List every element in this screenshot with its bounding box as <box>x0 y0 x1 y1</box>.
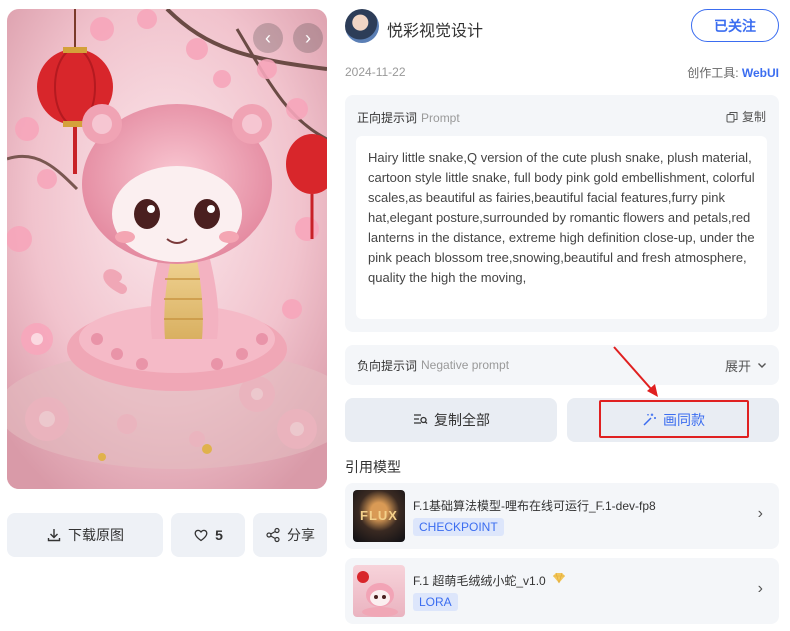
negative-prompt-label-en: Negative prompt <box>421 358 510 372</box>
prompt-label-en: Prompt <box>421 111 460 125</box>
tool-name: WebUI <box>741 66 779 80</box>
expand-label: 展开 <box>724 358 751 374</box>
flux-logo: FLUX <box>360 508 398 523</box>
chevron-down-icon <box>758 363 766 368</box>
like-count: 5 <box>215 527 223 543</box>
highlight-box <box>599 400 749 438</box>
chevron-right-icon: › <box>757 580 763 597</box>
follow-button[interactable]: 已关注 <box>691 9 779 42</box>
creation-tool: 创作工具: WebUI <box>687 64 779 81</box>
model-thumbnail <box>353 565 405 617</box>
prompt-text: Hairy little snake,Q version of the cute… <box>356 136 767 319</box>
next-image-button[interactable]: › <box>293 23 323 53</box>
copy-all-label: 复制全部 <box>434 412 490 428</box>
download-label: 下载原图 <box>68 527 124 543</box>
like-button[interactable]: 5 <box>171 513 245 557</box>
heart-icon <box>194 529 208 542</box>
copy-prompt-button[interactable]: 复制 <box>726 108 766 125</box>
copy-all-button[interactable]: 复制全部 <box>345 398 557 442</box>
copy-icon <box>726 111 738 122</box>
chevron-right-icon: › <box>757 505 763 522</box>
model-type-badge: CHECKPOINT <box>413 518 504 536</box>
prompt-panel: 正向提示词 Prompt 复制 Hairy little snake,Q vers… <box>345 95 779 332</box>
model-name: F.1 超萌毛绒绒小蛇_v1.0 <box>413 574 546 588</box>
prev-image-button[interactable]: ‹ <box>253 23 283 53</box>
model-type-badge: LORA <box>413 593 458 611</box>
model-thumbnail: FLUX <box>353 490 405 542</box>
share-icon <box>266 527 280 543</box>
tool-label: 创作工具: <box>687 66 739 80</box>
models-section-title: 引用模型 <box>345 459 401 475</box>
copy-label: 复制 <box>741 110 766 124</box>
author-avatar[interactable] <box>345 9 379 43</box>
author-name[interactable]: 悦彩视觉设计 <box>387 17 483 41</box>
negative-prompt-panel[interactable]: 负向提示词 Negative prompt 展开 <box>345 345 779 385</box>
plush-snake-illustration <box>7 9 327 489</box>
model-card-lora[interactable]: F.1 超萌毛绒绒小蛇_v1.0 LORA › <box>345 558 779 624</box>
publish-date: 2024-11-22 <box>345 65 406 79</box>
share-button[interactable]: 分享 <box>253 513 327 557</box>
copy-all-icon <box>414 414 428 424</box>
model-name: F.1基础算法模型-哩布在线可运行_F.1-dev-fp8 <box>413 499 656 513</box>
negative-prompt-label: 负向提示词 <box>357 358 418 373</box>
prompt-header: 正向提示词 Prompt <box>357 109 460 126</box>
diamond-icon <box>553 572 565 584</box>
download-icon <box>47 529 61 542</box>
expand-toggle[interactable]: 展开 <box>725 356 767 375</box>
download-original-button[interactable]: 下载原图 <box>7 513 163 557</box>
prompt-label: 正向提示词 <box>357 111 418 125</box>
share-label: 分享 <box>287 527 315 543</box>
hero-image[interactable]: ‹ › <box>7 9 327 489</box>
model-card-checkpoint[interactable]: FLUX F.1基础算法模型-哩布在线可运行_F.1-dev-fp8 CHECK… <box>345 483 779 549</box>
snake-thumbnail-art <box>357 571 398 617</box>
